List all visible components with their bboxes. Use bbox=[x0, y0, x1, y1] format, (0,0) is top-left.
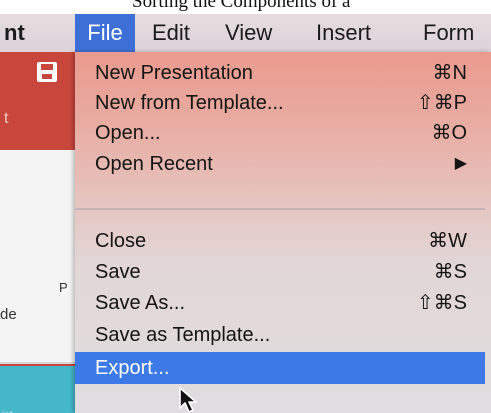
menu-bar: nt File Edit View Insert Form bbox=[0, 14, 491, 52]
menu-insert[interactable]: Insert bbox=[316, 14, 371, 52]
menu-item-open-recent[interactable]: Open Recent ▶ bbox=[75, 149, 485, 179]
menu-view[interactable]: View bbox=[225, 14, 272, 52]
slide-thumbnail[interactable]: int bbox=[0, 366, 75, 413]
menu-item-new-presentation[interactable]: New Presentation ⌘N bbox=[75, 58, 485, 88]
top-caption-fragment: Sorting the Components of a bbox=[0, 0, 491, 14]
menu-item-label: New Presentation bbox=[95, 62, 253, 84]
menu-file[interactable]: File bbox=[75, 14, 135, 52]
menu-item-label: Export... bbox=[95, 357, 170, 379]
menu-item-label: Save bbox=[95, 261, 141, 283]
shortcut-label: ⇧⌘P bbox=[416, 92, 467, 114]
menu-edit[interactable]: Edit bbox=[152, 14, 190, 52]
menu-item-save-as-template[interactable]: Save as Template... bbox=[75, 320, 485, 350]
menu-item-export[interactable]: Export... bbox=[75, 352, 485, 384]
menu-app-name[interactable]: nt bbox=[4, 14, 25, 52]
shortcut-label: ⌘N bbox=[432, 62, 467, 84]
menu-format[interactable]: Form bbox=[423, 14, 474, 52]
menu-item-label: Open... bbox=[95, 122, 161, 144]
app-ribbon: t bbox=[0, 52, 75, 150]
menu-item-label: Save as Template... bbox=[95, 324, 271, 346]
menu-item-label: Open Recent bbox=[95, 153, 213, 175]
menu-separator bbox=[75, 208, 485, 210]
submenu-arrow-icon: ▶ bbox=[454, 155, 467, 172]
slide-label: de bbox=[0, 306, 17, 323]
shortcut-label: ⇧⌘S bbox=[416, 292, 467, 314]
shortcut-label: ⌘W bbox=[428, 230, 467, 252]
menu-item-close[interactable]: Close ⌘W bbox=[75, 226, 485, 256]
background-app-window: t P de int bbox=[0, 52, 75, 413]
file-menu-dropdown: New Presentation ⌘N New from Template...… bbox=[75, 52, 491, 413]
menu-item-new-from-template[interactable]: New from Template... ⇧⌘P bbox=[75, 88, 485, 118]
menu-item-save[interactable]: Save ⌘S bbox=[75, 257, 485, 287]
menu-item-save-as[interactable]: Save As... ⇧⌘S bbox=[75, 288, 485, 318]
menu-item-label: New from Template... bbox=[95, 92, 284, 114]
menu-item-label: Close bbox=[95, 230, 147, 252]
menu-item-open[interactable]: Open... ⌘O bbox=[75, 118, 485, 148]
shortcut-label: ⌘S bbox=[433, 261, 467, 283]
slide-panel bbox=[0, 150, 75, 362]
caption-text: Sorting the Components of a bbox=[132, 0, 351, 12]
panel-letter: P bbox=[59, 280, 68, 295]
save-icon[interactable] bbox=[37, 62, 57, 82]
mouse-pointer-icon bbox=[179, 387, 197, 413]
ribbon-letter: t bbox=[4, 110, 9, 127]
shortcut-label: ⌘O bbox=[431, 122, 467, 144]
menu-item-label: Save As... bbox=[95, 292, 186, 314]
